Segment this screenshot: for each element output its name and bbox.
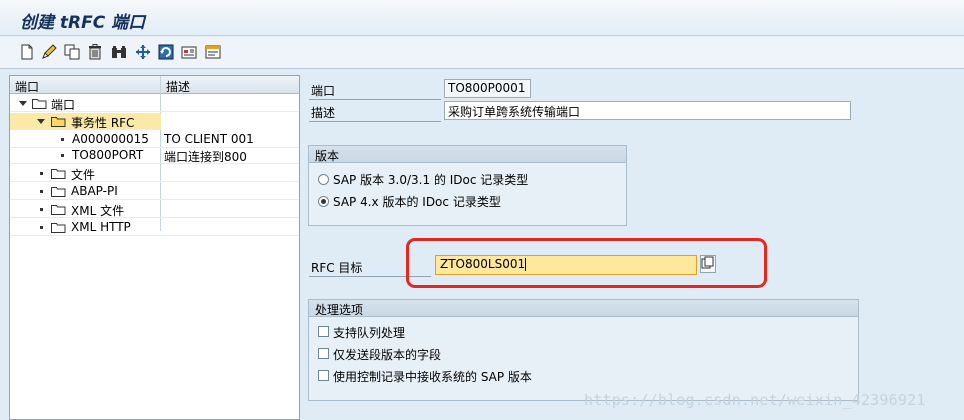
processing-options-title: 处理选项 <box>309 300 858 317</box>
tree-node-port-entry[interactable]: TO800PORT 端口连接到800 <box>10 147 299 164</box>
version-group-title: 版本 <box>309 146 626 163</box>
description-label-underline <box>309 121 441 122</box>
port-label-underline <box>309 99 441 100</box>
port-tree: 端口 描述 端口 事务性 RFC A000000015 TO CLIENT 00… <box>9 75 300 420</box>
watermark-text: https://blog.csdn.net/weixin_42396921 <box>584 391 926 409</box>
leaf-bullet-icon <box>61 138 64 141</box>
tree-node-file[interactable]: 文件 <box>10 165 299 182</box>
port-name: TO800PORT <box>72 148 144 162</box>
processing-options-group: 处理选项 支持队列处理 仅发送段版本的字段 使用控制记录中接收系统的 SAP 版… <box>308 299 859 401</box>
segment-fields-label: 仅发送段版本的字段 <box>333 348 442 362</box>
description-input[interactable]: 采购订单跨系统传输端口 <box>444 101 851 120</box>
port-label: 端口 <box>311 84 336 98</box>
version-3x-radio[interactable] <box>318 174 329 185</box>
tree-node-label: 端口 <box>51 98 76 112</box>
page-title: 创建 tRFC 端口 <box>20 13 146 33</box>
port-name: A000000015 <box>72 132 149 146</box>
tree-header: 端口 描述 <box>10 76 299 94</box>
tree-node-label: ABAP-PI <box>71 184 118 198</box>
tree-node-port-root[interactable]: 端口 <box>10 95 299 112</box>
leaf-bullet-icon <box>40 190 43 193</box>
version-4x-radio[interactable] <box>318 196 329 207</box>
folder-open-icon <box>32 99 47 109</box>
title-bar: 创建 tRFC 端口 <box>0 0 964 36</box>
tree-node-port-entry[interactable]: A000000015 TO CLIENT 001 <box>10 131 299 148</box>
detail-icon[interactable] <box>204 43 222 61</box>
folder-icon <box>51 169 66 179</box>
tree-column-port: 端口 <box>15 80 40 94</box>
refresh-icon[interactable] <box>157 43 175 61</box>
leaf-bullet-icon <box>40 208 43 211</box>
tree-node-transactional-rfc[interactable]: 事务性 RFC <box>10 113 161 130</box>
rfc-destination-label: RFC 目标 <box>311 261 363 275</box>
receiver-sap-version-checkbox[interactable] <box>318 370 329 381</box>
tree-node-abap-pi[interactable]: ABAP-PI <box>10 183 299 200</box>
folder-icon <box>51 205 66 215</box>
annotation-highlight <box>406 238 767 288</box>
folder-open-icon <box>51 117 66 127</box>
port-description: 端口连接到800 <box>164 150 247 164</box>
version-group: 版本 SAP 版本 3.0/3.1 的 IDoc 记录类型 SAP 4.x 版本… <box>308 145 627 226</box>
expand-icon[interactable] <box>19 101 27 106</box>
description-label: 描述 <box>311 106 336 120</box>
tree-column-description: 描述 <box>166 80 191 94</box>
tree-node-label: 文件 <box>71 168 96 182</box>
queue-processing-label: 支持队列处理 <box>333 326 406 340</box>
tree-node-xml-http[interactable]: XML HTTP <box>10 219 299 236</box>
folder-icon <box>51 223 66 233</box>
navigate-icon[interactable] <box>134 43 152 61</box>
delete-icon[interactable] <box>86 43 104 61</box>
version-3x-label: SAP 版本 3.0/3.1 的 IDoc 记录类型 <box>333 173 529 187</box>
leaf-bullet-icon <box>40 226 43 229</box>
receiver-sap-version-label: 使用控制记录中接收系统的 SAP 版本 <box>333 370 532 384</box>
tree-node-label: XML 文件 <box>71 204 125 218</box>
queue-processing-checkbox[interactable] <box>318 326 329 337</box>
system-icon[interactable] <box>180 43 198 61</box>
tree-node-label: 事务性 RFC <box>71 116 135 130</box>
leaf-bullet-icon <box>61 154 64 157</box>
new-icon[interactable] <box>18 43 36 61</box>
copy-icon[interactable] <box>63 43 81 61</box>
application-toolbar <box>0 37 964 69</box>
change-icon[interactable] <box>40 43 58 61</box>
version-4x-label: SAP 4.x 版本的 IDoc 记录类型 <box>333 195 501 209</box>
tree-node-xml-file[interactable]: XML 文件 <box>10 201 299 218</box>
folder-icon <box>51 187 66 197</box>
tree-node-label: XML HTTP <box>71 220 131 234</box>
port-field: TO800P0001 <box>444 79 531 98</box>
expand-icon[interactable] <box>37 119 45 124</box>
port-description: TO CLIENT 001 <box>164 132 254 146</box>
leaf-bullet-icon <box>40 172 43 175</box>
segment-fields-checkbox[interactable] <box>318 348 329 359</box>
binoculars-icon[interactable] <box>110 43 128 61</box>
